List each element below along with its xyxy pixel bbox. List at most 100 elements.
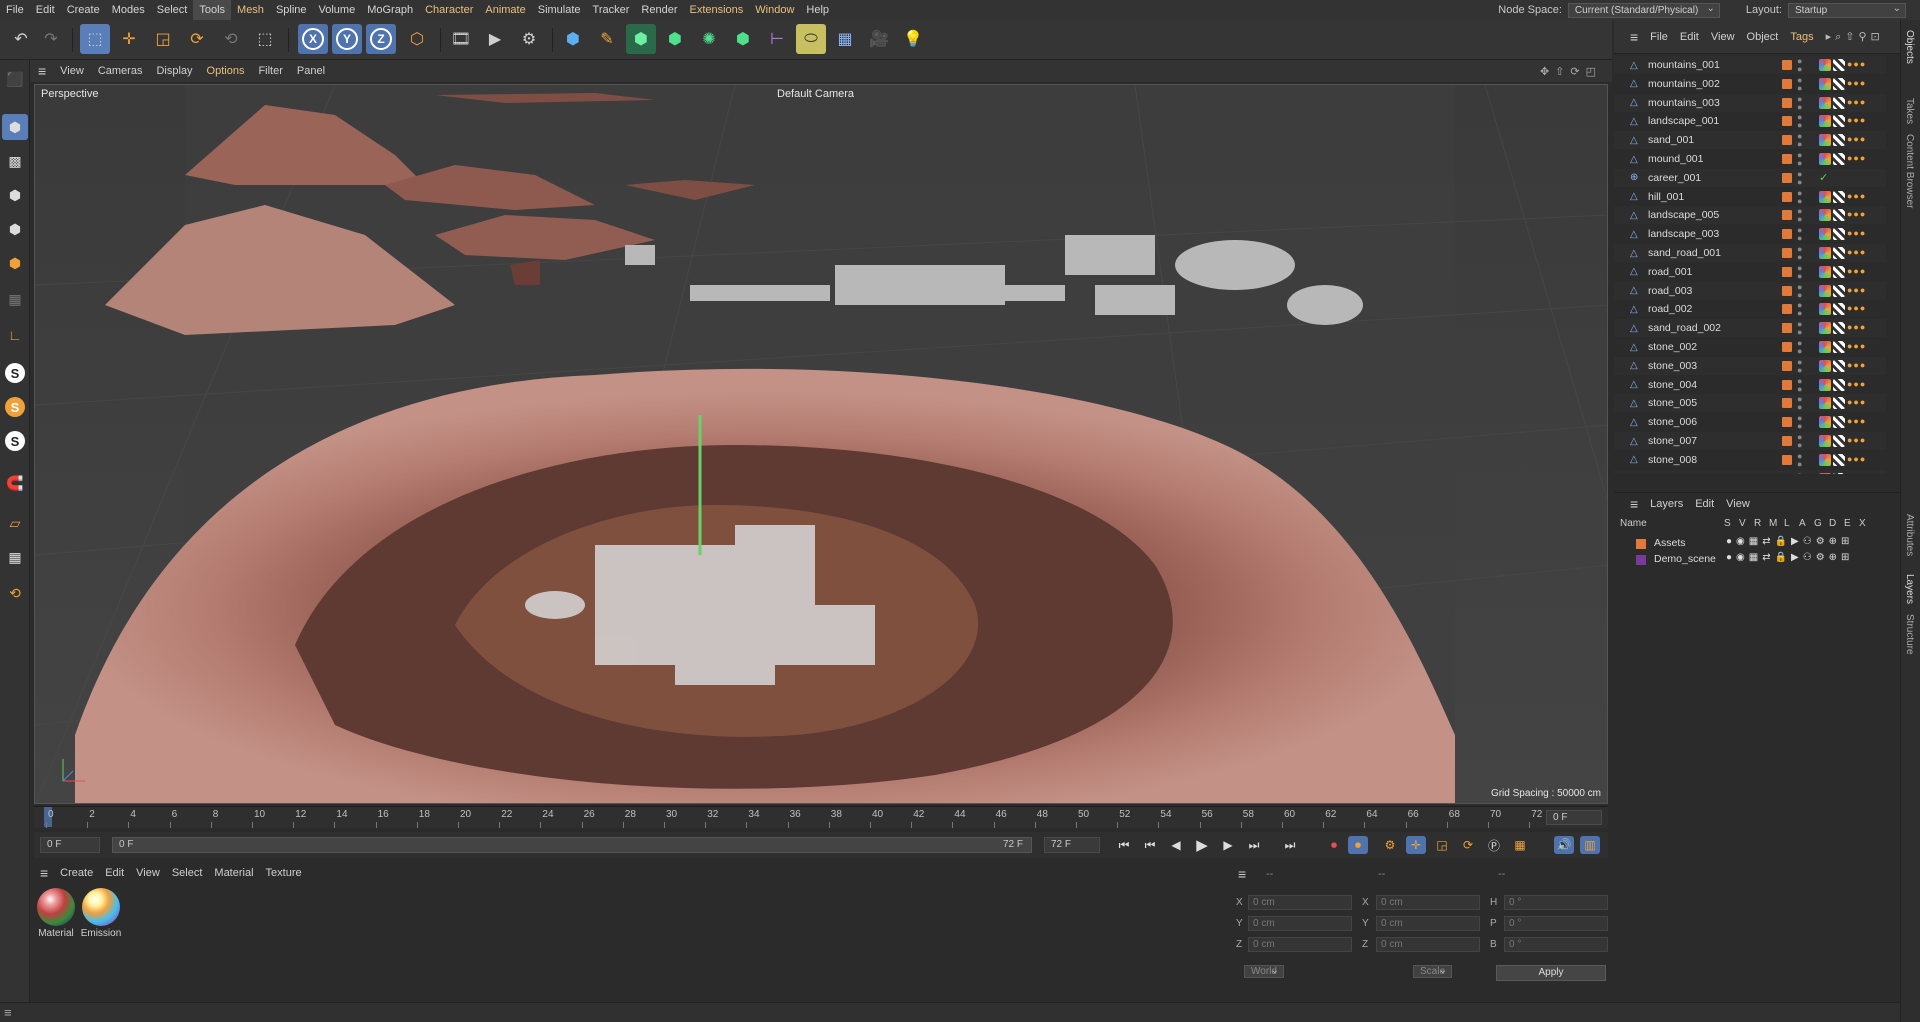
layer-color-swatch[interactable] — [1782, 417, 1792, 428]
visibility-dots[interactable]: ●● — [1797, 320, 1802, 337]
live-selection-icon[interactable]: ⬚ — [80, 24, 110, 54]
object-row[interactable]: △ mountains_001 ● ● ●●● — [1614, 56, 1886, 74]
floor-icon[interactable]: ▦ — [830, 24, 860, 54]
viewport-menu-panel[interactable]: Panel — [290, 65, 332, 77]
play-icon[interactable]: ▶ — [1192, 836, 1212, 854]
camera-icon[interactable]: 🎥 — [864, 24, 894, 54]
object-tags[interactable]: ●●● — [1819, 435, 1866, 447]
layer-color-swatch[interactable] — [1782, 154, 1792, 164]
layer-color-swatch[interactable] — [1782, 285, 1792, 296]
timeline-ruler[interactable]: 0 2 4 6 8 10 12 14 16 18 20 22 24 26 28 30 32 34 36 38 40 42 4… — [34, 806, 1608, 828]
om-menu-view[interactable]: View — [1705, 31, 1741, 43]
texture-mode-icon[interactable]: ▩ — [2, 148, 28, 174]
position-x-input[interactable]: 0 cm — [1248, 894, 1352, 910]
tab-content-browser[interactable]: Content Browser — [1904, 134, 1915, 208]
object-tags[interactable]: ●●● — [1819, 378, 1866, 391]
object-row[interactable]: △ stone_005 ● ● ●●● — [1614, 394, 1886, 413]
material-menu-texture[interactable]: Texture — [260, 867, 308, 879]
tab-structure[interactable]: Structure — [1904, 614, 1915, 655]
material-menu-material[interactable]: Material — [208, 867, 259, 879]
solo-off-button[interactable]: S — [2, 360, 28, 386]
object-tags[interactable]: ●●● — [1819, 453, 1866, 466]
object-row[interactable]: △ stone_004 ● ● ●●● — [1614, 376, 1886, 394]
om-menu-edit[interactable]: Edit — [1674, 31, 1705, 43]
menu-create[interactable]: Create — [61, 0, 106, 20]
subdivision-icon[interactable]: ⬢ — [626, 24, 656, 54]
object-tags[interactable]: ●●● — [1819, 247, 1866, 259]
menu-extensions[interactable]: Extensions — [683, 0, 749, 20]
visibility-dots[interactable]: ●● — [1797, 263, 1802, 280]
visibility-dots[interactable]: ●● — [1797, 301, 1802, 318]
key-scale-icon[interactable]: ◲ — [1432, 836, 1452, 854]
tab-takes[interactable]: Takes — [1904, 98, 1915, 124]
layer-color-swatch[interactable] — [1782, 78, 1792, 89]
layer-color-swatch[interactable] — [1782, 436, 1792, 446]
object-tags[interactable]: ●●● — [1819, 115, 1866, 128]
material-menu-select[interactable]: Select — [166, 867, 209, 879]
object-row[interactable]: △ road_002 ● ● ●●● — [1614, 300, 1886, 318]
max-frame-field[interactable]: 72 F — [1044, 837, 1100, 853]
visibility-dots[interactable]: ●● — [1797, 376, 1802, 393]
object-tags[interactable]: ●●● — [1819, 284, 1866, 297]
object-row[interactable]: △ road_001 ● ● ●●● — [1614, 263, 1886, 281]
object-row[interactable]: △ sand_001 ● ● ●●● — [1614, 131, 1886, 150]
layers-menu-layers[interactable]: Layers — [1644, 498, 1689, 510]
z-axis-toggle[interactable]: Z — [366, 24, 396, 54]
object-tags[interactable]: ✓ — [1819, 171, 1828, 184]
object-tags[interactable]: ●●● — [1819, 209, 1866, 222]
layer-color-swatch[interactable] — [1782, 135, 1792, 146]
x-axis-toggle[interactable]: X — [298, 24, 328, 54]
object-row[interactable]: △ landscape_005 ● ● ●●● — [1614, 206, 1886, 225]
workplane-icon[interactable]: ▱ — [2, 510, 28, 536]
mograph-icon[interactable]: ⬢ — [728, 24, 758, 54]
layer-color-swatch[interactable] — [1782, 248, 1792, 258]
size-x-input[interactable]: 0 cm — [1376, 894, 1480, 910]
material-menu-create[interactable]: Create — [54, 867, 99, 879]
coordinates-hamburger-icon[interactable]: ≡ — [1238, 866, 1246, 882]
layout-dropdown[interactable]: Startup — [1788, 2, 1906, 18]
node-space-dropdown[interactable]: Current (Standard/Physical) — [1567, 2, 1720, 18]
object-row[interactable]: △ landscape_001 ● ● ●●● — [1614, 112, 1886, 130]
rotation-b-input[interactable]: 0 ° — [1504, 936, 1608, 952]
om-search-filter-icons[interactable]: ▸⌕⇧⚲⊡ — [1826, 30, 1884, 44]
lock-workplane-icon[interactable]: ▦ — [2, 544, 28, 570]
axis-mode-icon[interactable]: ∟ — [2, 322, 28, 348]
layer-color-swatch[interactable] — [1782, 172, 1792, 183]
frame-range-slider[interactable]: 0 F 72 F — [112, 837, 1032, 853]
visibility-dots[interactable]: ●● — [1797, 113, 1802, 130]
visibility-dots[interactable]: ●● — [1797, 245, 1802, 262]
field-icon[interactable]: ⊢ — [762, 24, 792, 54]
goto-start-icon[interactable]: ⏮ — [1114, 836, 1134, 854]
menu-tracker[interactable]: Tracker — [587, 0, 636, 20]
menu-file[interactable]: File — [0, 0, 30, 20]
layer-color-swatch[interactable] — [1782, 60, 1792, 70]
cloner-icon[interactable]: ⬢ — [660, 24, 690, 54]
next-frame-icon[interactable]: ▶ — [1218, 836, 1238, 854]
object-row[interactable]: △ stone_002 ● ● ●●● — [1614, 338, 1886, 356]
menu-volume[interactable]: Volume — [313, 0, 362, 20]
object-row[interactable]: △ stone_003 ● ● ●●● — [1614, 356, 1886, 375]
layer-color-swatch[interactable] — [1782, 379, 1792, 390]
record-icon[interactable]: ⏺ — [1324, 836, 1344, 854]
pen-icon[interactable]: ✎ — [592, 24, 622, 54]
edges-mode-icon[interactable]: ⬢ — [2, 216, 28, 242]
object-tags[interactable]: ●●● — [1819, 397, 1866, 410]
move-icon[interactable]: ✛ — [114, 24, 144, 54]
visibility-dots[interactable]: ●● — [1797, 433, 1802, 450]
menu-edit[interactable]: Edit — [30, 0, 61, 20]
coordinate-mode-dropdown[interactable]: World — [1244, 965, 1284, 978]
visibility-dots[interactable]: ●● — [1797, 470, 1802, 474]
key-position-icon[interactable]: ✛ — [1406, 836, 1426, 854]
goto-end-icon[interactable]: ⏭ — [1280, 836, 1300, 854]
object-row[interactable]: △stone_009●●●●● — [1614, 469, 1886, 474]
viewport-camera-name[interactable]: Default Camera — [777, 88, 854, 100]
menu-help[interactable]: Help — [800, 0, 835, 20]
visibility-dots[interactable]: ●● — [1797, 57, 1802, 74]
layer-row[interactable]: Demo_scene ●◉▦⇄🔒▶⚇⚙⊕⊞ — [1614, 552, 1900, 568]
object-tags[interactable]: ●●● — [1819, 96, 1866, 109]
layer-color-swatch[interactable] — [1782, 97, 1792, 108]
transform-mode-dropdown[interactable]: Scale — [1413, 965, 1453, 978]
object-row[interactable]: △ mountains_002 ● ● ●●● — [1614, 75, 1886, 93]
material-swatch[interactable]: Material — [35, 888, 77, 940]
tab-objects[interactable]: Objects — [1904, 30, 1915, 64]
